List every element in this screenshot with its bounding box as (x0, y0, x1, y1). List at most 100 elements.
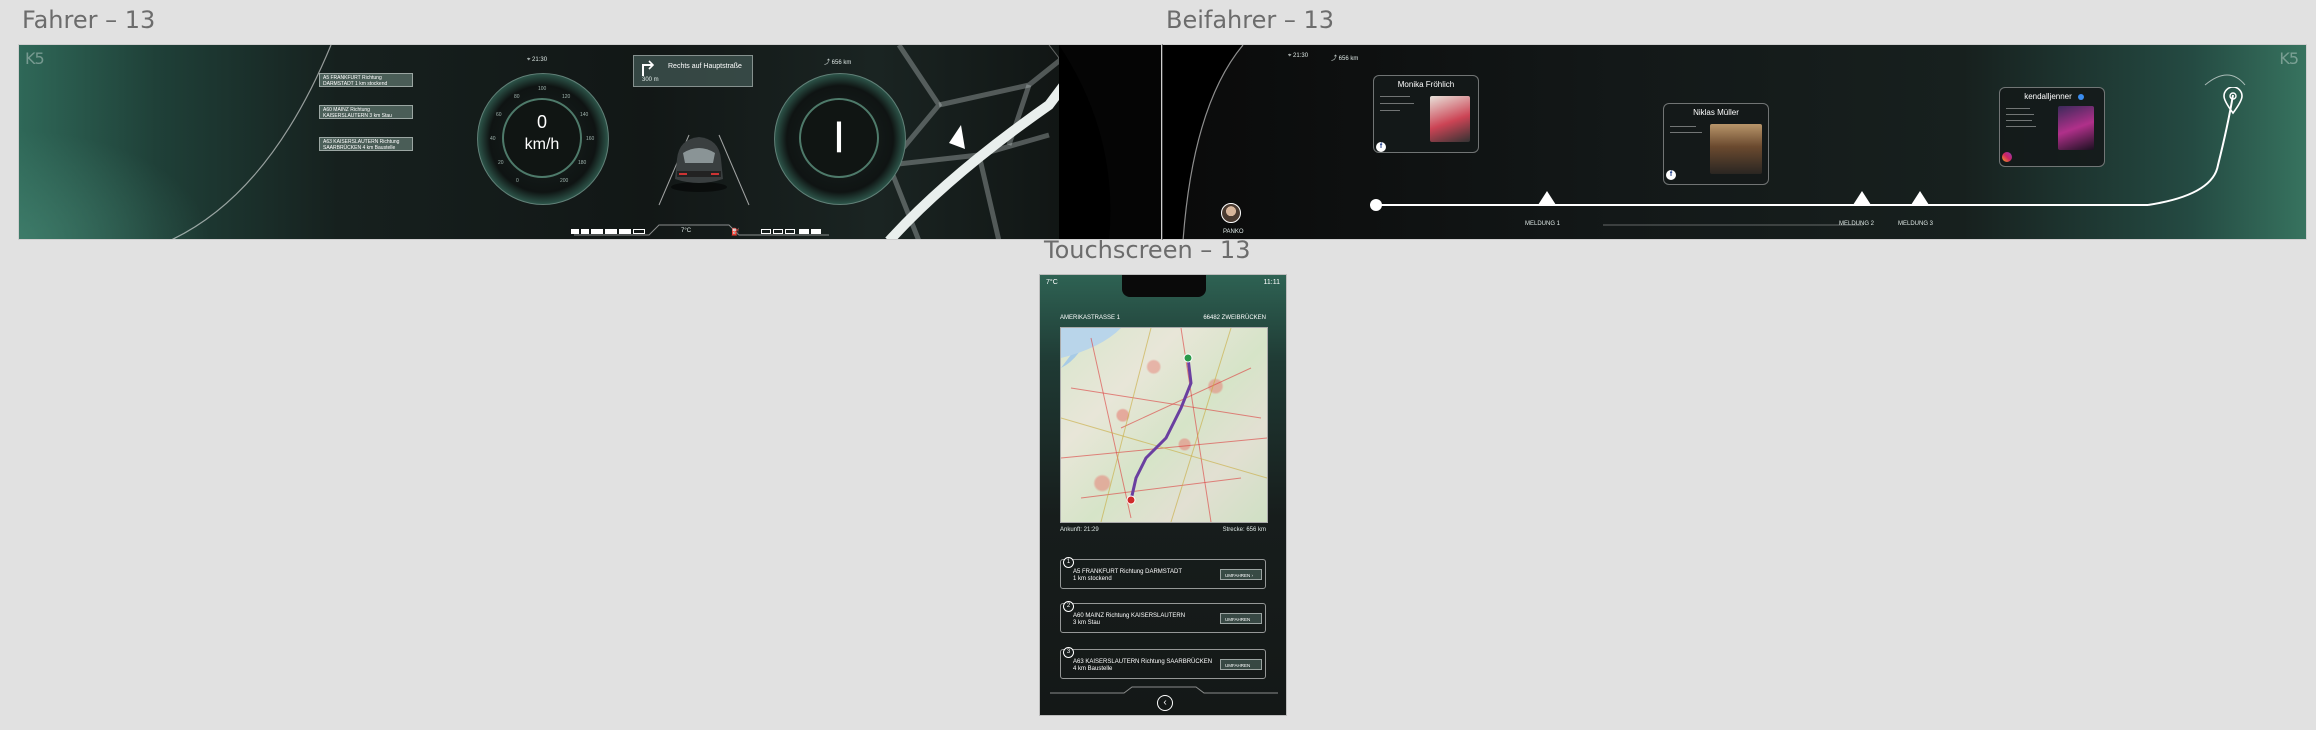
marker-label-2: MELDUNG 2 (1839, 221, 1875, 227)
traffic-entry-3[interactable]: 3 A63 KAISERSLAUTERN Richtung SAARBRÜCKE… (1060, 647, 1266, 679)
social-card-1[interactable]: Monika Fröhlich f (1373, 75, 1479, 153)
speed-tick: 180 (578, 160, 587, 166)
marker-triangle-2[interactable] (1853, 191, 1871, 205)
range-segment (811, 229, 821, 234)
speed-tick: 200 (560, 178, 569, 184)
driver-nav-item-1[interactable]: A5 FRANKFURT Richtung DARMSTADT 1 km sto… (319, 73, 413, 87)
destination-pin-icon[interactable] (2223, 87, 2243, 115)
post-photo[interactable] (1430, 96, 1470, 142)
social-card-name: Niklas Müller (1693, 108, 1739, 117)
touchscreen-display: 7°C 11:11 AMERIKASTRASSE 1 66482 ZWEIBRÜ… (1039, 274, 1287, 716)
route-distance: Strecke: 656 km (1222, 527, 1266, 533)
marker-triangle-1[interactable] (1538, 191, 1556, 205)
marker-label-1: MELDUNG 1 (1525, 221, 1561, 227)
instagram-icon[interactable] (2002, 152, 2012, 162)
gear-gauge: | (774, 73, 906, 205)
passenger-clock: ⌖ 21:30 (1288, 53, 1309, 59)
map-overlay (1061, 328, 1267, 522)
traffic-entry-1[interactable]: 1 A5 FRANKFURT Richtung DARMSTADT 1 km s… (1060, 557, 1266, 589)
route-icon: ⤴ (824, 60, 832, 66)
post-text-line (1380, 110, 1400, 111)
entry-status: 3 km Stau (1073, 620, 1101, 626)
direction-card[interactable]: Rechts auf Hauptstraße 300 m (633, 55, 753, 87)
fuel-segment (633, 229, 645, 234)
speed-tick: 140 (580, 112, 589, 118)
arrival-time: Ankunft: 21:29 (1060, 527, 1099, 533)
post-text-line (1670, 126, 1696, 127)
direction-text: Rechts auf Hauptstraße (668, 63, 742, 70)
driver-display: K5 A5 FRANKFURT Richtung DARMSTADT 1 km … (18, 44, 1162, 240)
direction-distance: 300 m (642, 77, 659, 83)
chevron-right-icon: › (1250, 573, 1254, 578)
detour-button[interactable]: UMFAHREN (1220, 613, 1262, 624)
driver-status-bar: 7°C ⛽ (571, 227, 831, 237)
back-button[interactable]: ‹ (1157, 695, 1173, 711)
speed-tick: 160 (586, 136, 595, 142)
brand-logo: K5 (25, 49, 45, 68)
range-segment (799, 229, 809, 234)
facebook-icon[interactable]: f (1666, 170, 1676, 180)
range-segment (773, 229, 783, 234)
frame-label-touchscreen: Touchscreen – 13 (1044, 236, 1251, 264)
speed-unit: km/h (524, 136, 560, 153)
range-segment (761, 229, 771, 234)
social-card-3[interactable]: kendalljenner (1999, 87, 2105, 167)
camera-notch (1122, 275, 1206, 297)
speed-tick: 0 (516, 178, 519, 184)
route-icon: ⤴ (1331, 56, 1339, 62)
fuel-segment (581, 229, 589, 234)
driver-nav-item-3[interactable]: A63 KAISERSLAUTERN Richtung SAARBRÜCKEN … (319, 137, 413, 151)
marker-label-3: MELDUNG 3 (1898, 221, 1934, 227)
post-text-line (1670, 132, 1702, 133)
entry-number: 2 (1063, 601, 1074, 612)
avatar[interactable] (1221, 203, 1241, 223)
entry-status: 4 km Baustelle (1073, 666, 1113, 672)
passenger-display: ⌖ 21:30 ⤴ 656 km K5 PANKO Monika Fröhlic… (1162, 44, 2307, 240)
profile-label: PANKO (1223, 229, 1244, 235)
post-photo[interactable] (2058, 106, 2094, 150)
fuel-segment (591, 229, 603, 234)
frame-label-passenger: Beifahrer – 13 (1166, 6, 1335, 34)
speed-tick: 120 (562, 94, 571, 100)
social-card-2[interactable]: Niklas Müller f (1663, 103, 1769, 185)
brand-logo: K5 (2279, 49, 2299, 68)
driver-nav-item-2[interactable]: A60 MAINZ Richtung KAISERSLAUTERN 3 km S… (319, 105, 413, 119)
fuel-segment (619, 229, 631, 234)
speed-tick: 80 (514, 94, 520, 100)
route-map[interactable] (1060, 327, 1268, 523)
social-card-name: Monika Fröhlich (1397, 80, 1455, 89)
city-address: 66482 ZWEIBRÜCKEN (1203, 315, 1266, 321)
speed-tick: 60 (496, 112, 502, 118)
verified-icon (2078, 94, 2084, 100)
outside-temperature: 7°C (681, 228, 692, 234)
facebook-icon[interactable]: f (1376, 142, 1386, 152)
driver-clock: ⌖ 21:30 (527, 57, 548, 63)
traffic-entry-2[interactable]: 2 A60 MAINZ Richtung KAISERSLAUTERN 3 km… (1060, 601, 1266, 633)
touch-clock: 11:11 (1263, 279, 1280, 286)
marker-triangle-3[interactable] (1911, 191, 1929, 205)
post-text-line (2006, 120, 2032, 121)
gear-indicator: | (834, 116, 844, 152)
fuel-segment (571, 229, 579, 234)
post-text-line (2006, 114, 2034, 115)
fuel-pump-icon: ⛽ (731, 229, 740, 236)
speedometer-center: 0 km/h (502, 98, 582, 178)
speed-tick: 100 (538, 86, 547, 92)
passenger-distance: ⤴ 656 km (1331, 56, 1359, 62)
post-text-line (2006, 108, 2030, 109)
entry-road: A63 KAISERSLAUTERN Richtung SAARBRÜCKEN (1073, 659, 1213, 665)
detour-button[interactable]: UMFAHREN (1220, 659, 1262, 670)
entry-number: 1 (1063, 557, 1074, 568)
speed-tick: 20 (498, 160, 504, 166)
entry-road: A5 FRANKFURT Richtung DARMSTADT (1073, 569, 1183, 575)
post-text-line (2006, 126, 2036, 127)
touch-temperature: 7°C (1046, 279, 1058, 286)
turn-right-icon (642, 60, 655, 76)
entry-status: 1 km stockend (1073, 576, 1112, 582)
entry-number: 3 (1063, 647, 1074, 658)
post-photo[interactable] (1710, 124, 1762, 174)
speed-value: 0 (536, 112, 547, 132)
fuel-segment (605, 229, 617, 234)
detour-button[interactable]: UMFAHREN › (1220, 569, 1262, 580)
range-segment (785, 229, 795, 234)
